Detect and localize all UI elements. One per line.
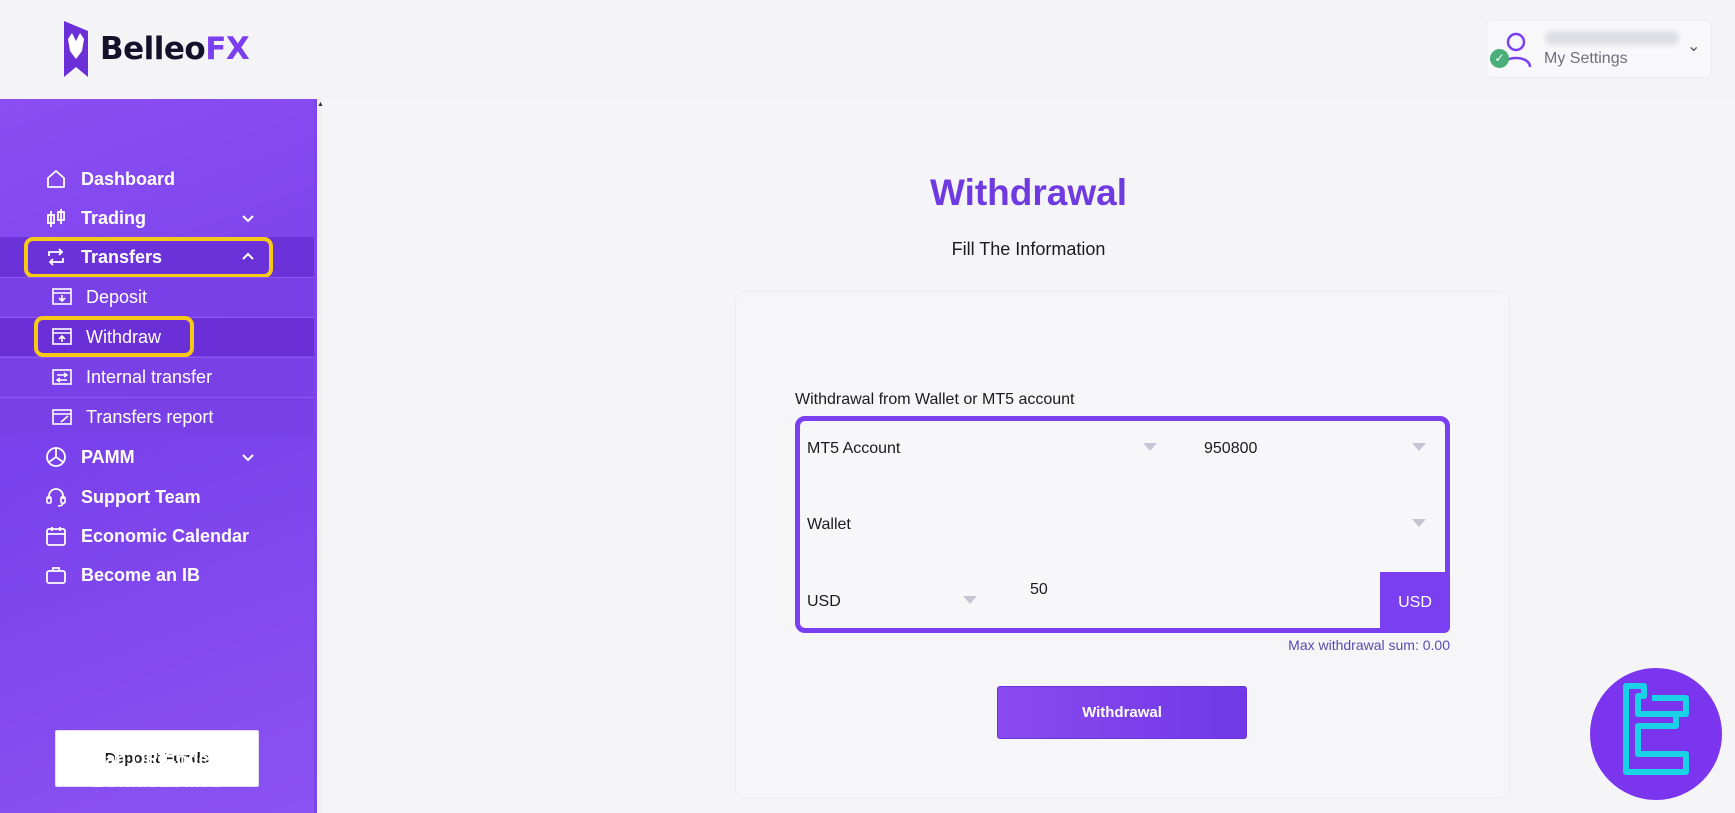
scan-qr-text: Scan QR Code to Download MT5 [83,749,231,791]
sidebar-subitem-transfers-report[interactable]: Transfers report [0,397,314,436]
my-settings-label: My Settings [1544,50,1628,67]
withdrawal-submit-button[interactable]: Withdrawal [997,686,1247,739]
home-icon [44,167,68,191]
sidebar-subitem-internal-transfer[interactable]: Internal transfer [0,357,314,396]
sidebar-item-economic-calendar[interactable]: Economic Calendar [0,516,314,556]
bull-logo-icon [64,21,88,77]
more-options-icon[interactable]: ⌄ [1687,36,1700,56]
user-settings-menu[interactable]: ✓ My Settings ⌄ [1486,20,1712,78]
sidebar-subitem-label: Internal transfer [86,366,213,387]
report-icon [52,409,72,425]
withdraw-highlight-box [34,316,194,357]
watermark-logo [1590,668,1722,800]
sidebar-subitem-label: Transfers report [86,406,214,427]
internal-transfer-icon [52,369,72,385]
sidebar-subitem-deposit[interactable]: Deposit [0,277,314,316]
source-type-value: MT5 Account [807,440,901,457]
sidebar-item-label: Become an IB [81,564,201,585]
account-number-select[interactable]: 950800 [1204,429,1426,469]
dropdown-caret-icon [1412,519,1426,527]
dropdown-caret-icon [963,596,977,604]
sidebar-item-label: PAMM [81,446,135,467]
brand-name-part2: FX [205,31,250,67]
currency-label-button: USD [1380,572,1450,633]
destination-select[interactable]: Wallet [807,505,1426,545]
destination-value: Wallet [807,516,851,533]
sidebar: Dashboard Trading Transfers Deposit With… [0,99,314,813]
sidebar-item-label: Economic Calendar [81,525,250,546]
top-header: BelleoFX ✓ My Settings ⌄ [0,0,1735,99]
sidebar-item-support-team[interactable]: Support Team [0,477,314,517]
amount-input[interactable]: 50 [1030,581,1048,599]
verified-check-icon: ✓ [1490,49,1509,68]
sidebar-scrollbar[interactable]: ▲ [314,99,324,813]
belleofx-logo[interactable]: BelleoFX [62,20,250,78]
page-subtitle: Fill The Information [951,239,1106,259]
candles-icon [44,206,68,230]
chevron-down-icon [242,454,254,462]
account-number-value: 950800 [1204,440,1258,457]
page-title: Withdrawal [929,172,1127,213]
sidebar-item-label: Dashboard [81,168,176,189]
blurred-username [1545,31,1679,45]
transfers-highlight-box [24,237,273,278]
currency-select[interactable]: USD [807,582,977,622]
sidebar-subitem-label: Deposit [86,286,148,307]
max-withdrawal-text: Max withdrawal sum: 0.00 [1288,637,1450,653]
headset-icon [44,485,68,509]
dropdown-caret-icon [1412,443,1426,451]
sidebar-item-pamm[interactable]: PAMM [0,437,314,477]
briefcase-icon [44,563,68,587]
scroll-up-icon[interactable]: ▲ [317,101,324,108]
currency-value: USD [807,593,841,610]
sidebar-item-label: Trading [81,207,147,228]
brand-name-part1: Belleo [100,31,206,67]
sidebar-item-become-ib[interactable]: Become an IB [0,555,314,595]
deposit-icon [52,288,72,305]
sidebar-item-label: Support Team [81,486,201,507]
sidebar-item-dashboard[interactable]: Dashboard [0,159,314,199]
chevron-down-icon [242,215,254,223]
dropdown-caret-icon [1143,443,1157,451]
calendar-icon [44,524,68,548]
pie-icon [44,445,68,469]
tc-logo-icon [1623,683,1689,775]
withdrawal-source-label: Withdrawal from Wallet or MT5 account [795,391,1075,408]
sidebar-item-trading[interactable]: Trading [0,198,314,238]
source-type-select[interactable]: MT5 Account [807,429,1157,469]
brand-name: BelleoFX [100,31,250,67]
